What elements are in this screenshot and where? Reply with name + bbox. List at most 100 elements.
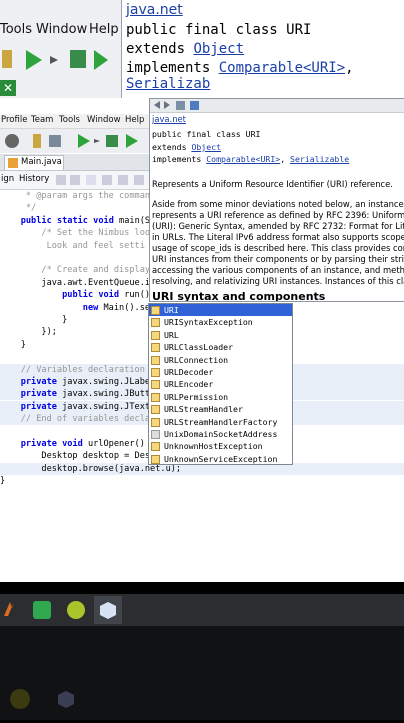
doc-section-heading: URI syntax and components	[152, 290, 326, 302]
class-icon	[151, 343, 160, 353]
run-icon[interactable]	[26, 50, 42, 70]
doc-paragraph-line: in URLs. The Literal IPv6 address format…	[152, 232, 404, 242]
completion-label: URLStreamHandlerFactory	[164, 416, 278, 427]
find-next-icon[interactable]	[118, 175, 128, 185]
app-icon-lime[interactable]	[67, 601, 85, 619]
code-text: public void run()	[62, 290, 151, 301]
class-icon	[151, 368, 160, 377]
debug-icon[interactable]	[70, 50, 86, 68]
completion-item[interactable]: URLPermission	[149, 391, 292, 403]
menu-window[interactable]: Window	[36, 22, 87, 37]
menu-team[interactable]: Team	[31, 115, 53, 125]
code-text: }	[0, 339, 26, 350]
desktop-background	[0, 626, 404, 720]
completion-label: UnixDomainSocketAddress	[164, 429, 278, 439]
class-icon	[151, 442, 160, 452]
run-dropdown-icon[interactable]	[94, 139, 100, 143]
profile-icon[interactable]	[94, 50, 108, 70]
extends-line: extends Object	[152, 142, 222, 152]
object-link[interactable]: Object	[193, 41, 244, 57]
dropdown-arrow-icon[interactable]	[50, 56, 58, 64]
forward-arrow-icon[interactable]	[164, 101, 170, 109]
tab-main-java[interactable]: Main.java	[4, 155, 64, 170]
run-icon[interactable]	[78, 134, 90, 148]
completion-item[interactable]: URLStreamHandlerFactory	[149, 416, 292, 428]
completion-item[interactable]: UnixDomainSocketAddress	[149, 428, 292, 440]
code-line[interactable]: }	[0, 475, 404, 487]
code-text: private javax.swing.JButt	[20, 389, 151, 400]
completion-label: URLEncoder	[164, 379, 214, 390]
config-icon[interactable]	[5, 134, 19, 148]
app-icon-green[interactable]	[33, 601, 51, 619]
doc-paragraph-line: resolving, and relativizing URI instance…	[152, 276, 404, 286]
doc-paragraph-line: Aside from some minor deviations noted b…	[152, 199, 404, 209]
goto-source-icon[interactable]	[190, 101, 199, 110]
completion-item[interactable]: URISyntaxException	[149, 316, 292, 328]
background-menu-bar: Tools Window Help	[0, 22, 122, 44]
completion-item[interactable]: UnknownServiceException	[149, 453, 292, 464]
code-text: // Variables declaration	[0, 364, 145, 375]
class-icon	[151, 306, 160, 315]
completion-label: URLDecoder	[164, 367, 214, 377]
code-text: Look and feel setti	[0, 240, 145, 251]
completion-label: UnknownServiceException	[164, 453, 278, 464]
comparable-link[interactable]: Comparable<URI>	[206, 154, 280, 164]
code-text: */	[0, 203, 37, 214]
code-text: public static void main(S	[20, 215, 151, 226]
extends-line: extends Object	[126, 41, 245, 57]
close-icon[interactable]: ✕	[0, 80, 16, 96]
menu-bar: Profile Team Tools Window Help	[0, 114, 150, 129]
completion-label: URLStreamHandler	[164, 404, 243, 415]
completion-item[interactable]: URLEncoder	[149, 378, 292, 390]
open-browser-icon[interactable]	[176, 101, 185, 110]
menu-tools[interactable]: Tools	[0, 22, 32, 37]
tab-label: Main.java	[21, 157, 62, 167]
build-icon[interactable]	[2, 50, 12, 68]
profile-icon[interactable]	[126, 134, 138, 148]
build-icon[interactable]	[33, 134, 41, 148]
last-edit-icon[interactable]	[56, 175, 66, 185]
debug-icon[interactable]	[106, 135, 118, 147]
dock-icon-dim[interactable]	[10, 689, 30, 709]
completion-item[interactable]: UnknownHostException	[149, 440, 292, 452]
editor-tab-bar: Main.java	[0, 154, 150, 171]
menu-profile[interactable]: Profile	[1, 115, 27, 125]
package-link[interactable]: java.net	[152, 114, 186, 124]
completion-item[interactable]: URLConnection	[149, 354, 292, 366]
package-link[interactable]: java.net	[126, 2, 183, 18]
class-icon	[151, 454, 160, 464]
forward-icon[interactable]	[86, 175, 96, 185]
doc-paragraph-line: (URI): Generic Syntax, amended by RFC 27…	[152, 221, 404, 231]
dock-netbeans-icon[interactable]	[58, 691, 74, 708]
completion-item[interactable]: URLStreamHandler	[149, 403, 292, 415]
menu-window[interactable]: Window	[87, 115, 121, 125]
back-arrow-icon[interactable]	[154, 101, 160, 109]
completion-item[interactable]: URI	[149, 304, 292, 317]
serializable-link[interactable]: Serializable	[290, 154, 349, 164]
completion-label: URLConnection	[164, 354, 229, 365]
toggle-highlight-icon[interactable]	[134, 175, 144, 185]
find-icon[interactable]	[102, 175, 112, 185]
serializable-link[interactable]: Serializab	[126, 76, 210, 92]
object-link[interactable]: Object	[191, 142, 221, 152]
tab-design[interactable]: ign	[1, 174, 14, 184]
completion-item[interactable]: URLClassLoader	[149, 341, 292, 353]
menu-tools[interactable]: Tools	[59, 115, 80, 125]
completion-item[interactable]: URL	[149, 329, 292, 341]
comparable-link[interactable]: Comparable<URI>	[219, 60, 345, 76]
menu-help[interactable]: Help	[125, 115, 144, 125]
class-icon	[151, 417, 160, 427]
app-icon-orange[interactable]	[4, 602, 14, 616]
tab-history[interactable]: History	[19, 174, 49, 184]
doc-paragraph-line: usage of scope_ids is described here. Th…	[152, 243, 404, 253]
completion-item[interactable]: URLDecoder	[149, 366, 292, 378]
code-text: }	[0, 476, 6, 487]
code-completion-list[interactable]: URI URISyntaxException URL URLClassLoader UR…	[148, 303, 293, 465]
clean-build-icon[interactable]	[49, 135, 61, 147]
class-icon	[151, 355, 160, 365]
menu-help[interactable]: Help	[89, 22, 119, 37]
completion-label: URL	[164, 329, 179, 340]
code-text: });	[0, 327, 57, 338]
code-text: Desktop desktop = Des	[0, 451, 151, 462]
back-icon[interactable]	[70, 175, 80, 185]
